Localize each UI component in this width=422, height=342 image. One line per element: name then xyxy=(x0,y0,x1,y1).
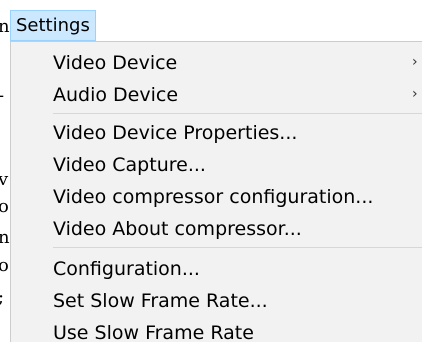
menu-item-video-device-properties[interactable]: Video Device Properties... xyxy=(11,117,422,149)
menu-item-video-capture[interactable]: Video Capture... xyxy=(11,149,422,181)
menu-item-label: Set Slow Frame Rate... xyxy=(53,290,268,312)
chevron-right-icon: › xyxy=(412,54,418,70)
background-text-fragment: o xyxy=(0,196,9,217)
menu-separator xyxy=(53,247,422,248)
background-text-fragment: ; xyxy=(0,288,4,308)
menu-item-label: Video Device Properties... xyxy=(53,122,298,144)
chevron-right-icon: › xyxy=(412,86,418,102)
menu-item-video-compressor-configuration[interactable]: Video compressor configuration... xyxy=(11,181,422,213)
menu-item-video-device[interactable]: Video Device › xyxy=(11,47,422,79)
menu-settings[interactable]: Settings xyxy=(10,10,96,41)
menu-item-label: Video Device xyxy=(53,52,178,74)
background-document: n - v o n o ; xyxy=(0,0,10,342)
menu-item-use-slow-frame-rate[interactable]: Use Slow Frame Rate xyxy=(11,317,422,342)
background-text-fragment: n xyxy=(0,16,10,37)
settings-dropdown-menu: Video Device › Audio Device › Video Devi… xyxy=(10,41,422,342)
screen: n - v o n o ; Settings Video Device › Au… xyxy=(0,0,422,342)
menu-separator xyxy=(53,113,422,114)
menu-item-label: Video About compressor... xyxy=(53,218,302,240)
menu-item-label: Video compressor configuration... xyxy=(53,186,374,208)
menu-item-audio-device[interactable]: Audio Device › xyxy=(11,79,422,111)
menu-item-label: Use Slow Frame Rate xyxy=(53,322,254,342)
background-text-fragment: - xyxy=(0,86,4,106)
menu-item-video-about-compressor[interactable]: Video About compressor... xyxy=(11,213,422,245)
menu-item-label: Video Capture... xyxy=(53,154,206,176)
background-text-fragment: n xyxy=(0,227,10,248)
menu-item-label: Audio Device xyxy=(53,84,179,106)
background-text-fragment: o xyxy=(0,255,9,276)
background-text-fragment: v xyxy=(0,169,9,190)
menu-item-configuration[interactable]: Configuration... xyxy=(11,253,422,285)
menu-item-set-slow-frame-rate[interactable]: Set Slow Frame Rate... xyxy=(11,285,422,317)
menu-item-label: Configuration... xyxy=(53,258,200,280)
